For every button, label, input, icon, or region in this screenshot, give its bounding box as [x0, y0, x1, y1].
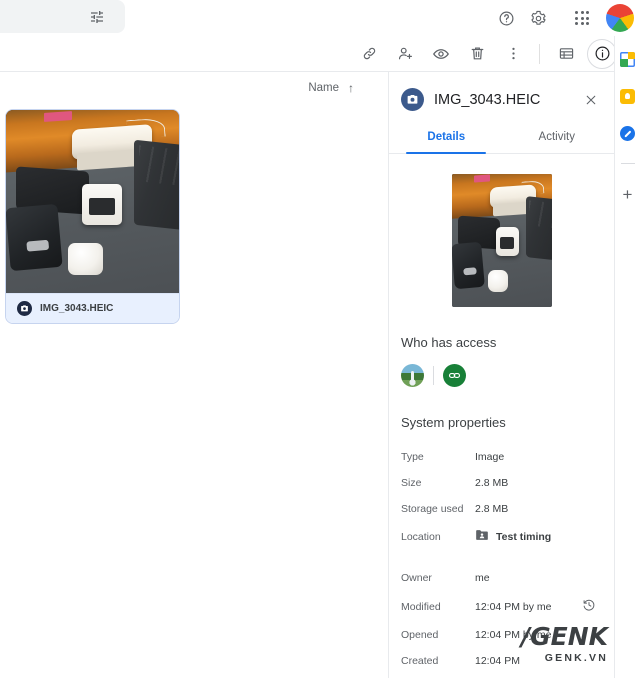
side-panel-rail: + — [614, 36, 640, 678]
desk-photo-preview — [451, 174, 552, 307]
eye-icon[interactable] — [426, 39, 456, 69]
prop-key: Size — [401, 477, 422, 489]
tune-icon[interactable] — [83, 3, 111, 31]
system-properties-title: System properties — [401, 415, 506, 430]
sort-label: Name — [308, 82, 339, 94]
page-title: IMG_3043.HEIC — [434, 91, 541, 108]
drive-app-window: Name ↑ IMG_3043.HEIC IMG_3043.HEIC Detai… — [0, 0, 640, 678]
prop-key: Type — [401, 451, 424, 463]
search-bar[interactable] — [0, 0, 125, 33]
file-preview-thumbnail[interactable] — [451, 174, 552, 307]
file-action-toolbar — [0, 36, 640, 72]
prop-key: Owner — [401, 572, 432, 584]
location-name: Test timing — [496, 530, 552, 543]
prop-value: me — [475, 572, 490, 584]
history-icon[interactable] — [582, 598, 596, 615]
prop-value: 2.8 MB — [475, 503, 509, 515]
prop-value: 12:04 PM by me — [475, 629, 552, 641]
details-panel: IMG_3043.HEIC Details Activity Who has a… — [388, 72, 614, 678]
table-row: Created 12:04 PM — [401, 648, 602, 674]
sort-by-name-button[interactable]: Name ↑ — [308, 82, 354, 94]
table-row: Size 2.8 MB — [401, 470, 602, 496]
access-divider — [433, 366, 434, 385]
prop-value: 12:04 PM — [475, 655, 520, 667]
shared-folder-icon — [475, 529, 489, 544]
prop-key: Created — [401, 655, 439, 667]
details-tabs: Details Activity — [389, 123, 614, 154]
info-icon[interactable] — [587, 38, 617, 69]
prop-key: Opened — [401, 629, 439, 641]
modified-value: 12:04 PM by me — [475, 600, 552, 613]
help-icon[interactable] — [492, 4, 520, 32]
sort-arrow-up-icon: ↑ — [348, 81, 354, 95]
who-has-access-title: Who has access — [401, 335, 497, 350]
gear-icon[interactable] — [524, 4, 552, 32]
file-card-name: IMG_3043.HEIC — [40, 303, 114, 314]
desk-photo — [6, 110, 179, 295]
prop-key: Location — [401, 530, 441, 543]
apps-grid-icon[interactable] — [568, 4, 596, 32]
details-panel-body: Who has access System properties Type Im… — [389, 174, 614, 678]
prop-value: 12:04 PM by me — [475, 591, 602, 622]
location-chip[interactable]: Test timing — [475, 529, 602, 544]
avatar[interactable] — [606, 4, 634, 32]
more-vert-icon[interactable] — [498, 39, 528, 69]
calendar-icon[interactable] — [620, 52, 635, 67]
file-card-footer: IMG_3043.HEIC — [6, 293, 179, 323]
top-bar-right-actions — [492, 0, 634, 36]
table-spacer — [401, 551, 602, 565]
apps-grid-dots — [575, 11, 589, 25]
table-row-location: Location Test timing — [401, 522, 602, 551]
link-share-icon[interactable] — [443, 364, 466, 387]
list-view-icon[interactable] — [551, 39, 581, 69]
toolbar-divider — [539, 43, 540, 64]
prop-value: Image — [475, 451, 505, 463]
link-icon[interactable] — [354, 39, 384, 69]
keep-icon[interactable] — [620, 89, 635, 104]
rail-divider — [620, 163, 635, 164]
table-row: Opened 12:04 PM by me — [401, 622, 602, 648]
top-bar — [0, 0, 640, 36]
person-add-icon[interactable] — [390, 39, 420, 69]
add-addon-button[interactable]: + — [623, 186, 633, 203]
prop-key: Modified — [401, 600, 441, 613]
owner-avatar[interactable] — [401, 364, 424, 387]
close-icon[interactable] — [580, 89, 602, 111]
prop-key: Storage used — [401, 503, 464, 515]
prop-value: Test timing — [475, 522, 602, 551]
file-grid-area: Name ↑ IMG_3043.HEIC — [0, 72, 388, 678]
tasks-icon[interactable] — [620, 126, 635, 141]
table-row-modified: Modified 12:04 PM by me — [401, 591, 602, 622]
table-row: Owner me — [401, 565, 602, 591]
prop-value: 2.8 MB — [475, 477, 509, 489]
who-has-access-row — [401, 364, 602, 387]
file-thumbnail — [6, 110, 179, 295]
system-properties-table: Type Image Size 2.8 MB Storage used 2.8 … — [401, 444, 602, 674]
tab-activity[interactable]: Activity — [502, 123, 613, 153]
tab-details[interactable]: Details — [391, 123, 502, 154]
trash-icon[interactable] — [462, 39, 492, 69]
table-row: Type Image — [401, 444, 602, 470]
image-file-icon — [17, 301, 32, 316]
image-file-icon — [401, 88, 424, 111]
file-card[interactable]: IMG_3043.HEIC — [5, 109, 180, 324]
table-row: Storage used 2.8 MB — [401, 496, 602, 522]
details-panel-header: IMG_3043.HEIC — [389, 72, 614, 123]
